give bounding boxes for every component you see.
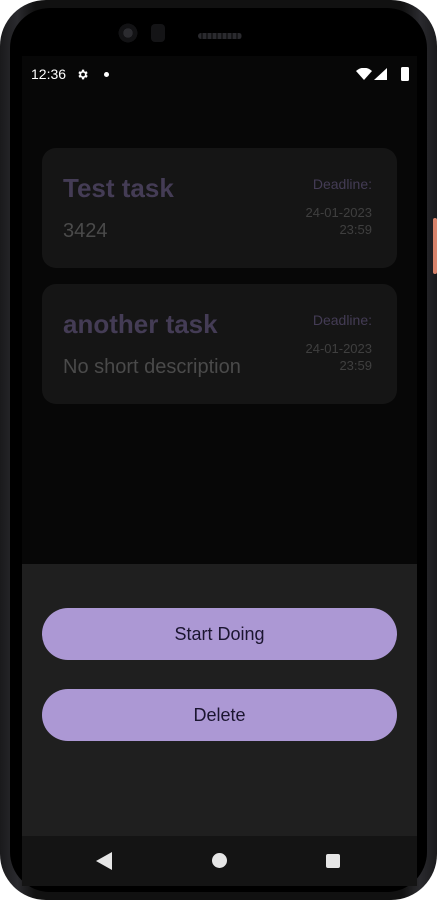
battery-icon [401,67,409,81]
task-card[interactable]: another task No short description Deadli… [42,284,397,404]
task-card[interactable]: Test task 3424 Deadline: 24-01-2023 23:5… [42,148,397,268]
signal-icon [374,68,387,80]
recents-icon[interactable] [326,854,340,868]
deadline-date: 24-01-2023 [305,205,373,220]
delete-button[interactable]: Delete [42,689,397,741]
side-button [433,218,437,274]
status-bar: 12:36 [22,56,417,92]
deadline-label: Deadline: [312,312,372,328]
gear-icon [78,69,88,80]
navigation-bar [22,836,417,886]
start-doing-button[interactable]: Start Doing [42,608,397,660]
deadline-time: 23:59 [339,358,372,373]
status-time: 12:36 [31,66,67,82]
phone-frame: 12:36 Test task 3424 Deadline: 24-01-202… [0,0,437,900]
home-icon[interactable] [212,853,227,868]
task-title: Test task [63,173,174,203]
camera-sensor [151,24,165,42]
task-description: No short description [63,356,241,378]
task-title: another task [63,309,218,339]
action-bottom-sheet: Start Doing Delete [22,564,417,836]
back-icon[interactable] [96,852,112,870]
front-camera [117,22,139,44]
notification-dot-icon [104,72,109,77]
task-description: 3424 [63,220,108,242]
deadline-date: 24-01-2023 [305,341,373,356]
app-screen: 12:36 Test task 3424 Deadline: 24-01-202… [22,56,417,886]
deadline-time: 23:59 [339,222,372,237]
deadline-label: Deadline: [312,176,372,192]
wifi-icon [356,68,372,80]
earpiece-speaker [198,33,242,39]
